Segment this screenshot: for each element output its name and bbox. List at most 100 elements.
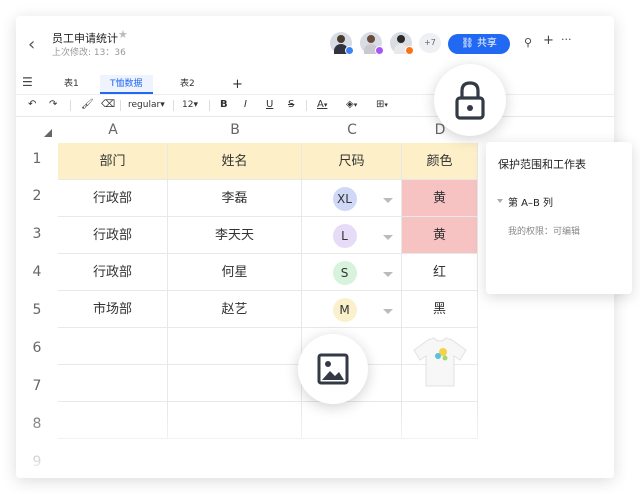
table-cell[interactable]: 黑 <box>402 291 478 328</box>
font-size: 12 <box>182 100 194 110</box>
undo-icon[interactable]: ↶ <box>28 98 36 112</box>
empty-cell[interactable] <box>168 365 302 402</box>
caret-down-icon[interactable] <box>497 199 503 203</box>
format-painter-icon[interactable]: 🖌 <box>81 98 94 112</box>
size-cell[interactable]: L <box>302 217 402 254</box>
size-cell[interactable]: M <box>302 291 402 328</box>
collaborator-count[interactable]: +7 <box>419 33 441 53</box>
tab-label: T恤数据 <box>110 79 143 89</box>
table-cell[interactable]: 黄 <box>402 180 478 217</box>
size-chip: S <box>332 260 357 285</box>
toolbar-divider <box>70 100 71 111</box>
column-header-a[interactable]: A <box>58 119 168 141</box>
select-all-corner[interactable] <box>44 129 52 137</box>
header-cell-color[interactable]: 颜色 <box>402 143 478 180</box>
row-header[interactable]: 1 <box>16 140 58 178</box>
add-tab-button[interactable]: + <box>222 75 253 94</box>
toolbar-divider <box>120 100 121 111</box>
share-label: 共享 <box>476 38 497 49</box>
table-cell[interactable]: 行政部 <box>58 254 168 291</box>
tab-tshirt-data[interactable]: T恤数据 <box>100 75 153 94</box>
chevron-down-icon[interactable] <box>383 235 393 240</box>
row-header[interactable]: 6 <box>16 329 58 367</box>
row-header[interactable]: 7 <box>16 367 58 405</box>
avatar[interactable] <box>360 32 384 55</box>
tabs-divider <box>16 94 614 95</box>
strikethrough-button[interactable]: S <box>288 98 294 112</box>
permission-text: 我的权限：可编辑 <box>508 227 581 237</box>
chevron-left-icon[interactable]: ‹ <box>28 34 35 55</box>
row-header[interactable]: 8 <box>16 405 58 443</box>
table-cell[interactable]: 何星 <box>168 254 302 291</box>
doc-title: 员工申请统计 <box>52 32 118 45</box>
tab-label: 表1 <box>64 79 79 89</box>
more-icon[interactable]: ··· <box>561 33 572 46</box>
search-icon[interactable]: ⚲ <box>524 36 532 49</box>
size-cell[interactable]: S <box>302 254 402 291</box>
tab-sheet1[interactable]: 表1 <box>54 75 89 94</box>
column-header-c[interactable]: C <box>302 119 402 141</box>
chevron-down-icon[interactable] <box>383 309 393 314</box>
avatar[interactable] <box>330 32 354 55</box>
empty-cell[interactable] <box>402 402 478 439</box>
table-cell[interactable]: 李天天 <box>168 217 302 254</box>
chevron-down-icon[interactable] <box>383 198 393 203</box>
add-icon[interactable]: + <box>543 33 554 48</box>
size-chip: XL <box>332 186 357 211</box>
bold-button[interactable]: B <box>220 98 228 112</box>
empty-cell[interactable] <box>58 402 168 439</box>
tab-sheet2[interactable]: 表2 <box>170 75 205 94</box>
toolbar-divider <box>306 100 307 111</box>
empty-cell[interactable] <box>168 328 302 365</box>
italic-button[interactable]: I <box>244 98 247 112</box>
toolbar-divider <box>173 100 174 111</box>
header-cell-name[interactable]: 姓名 <box>168 143 302 180</box>
table-cell[interactable]: 黄 <box>402 217 478 254</box>
font-size-select[interactable]: 12▾ <box>182 98 198 112</box>
row-header[interactable]: 2 <box>16 177 58 215</box>
fill-color-icon[interactable]: ◈▾ <box>346 98 357 112</box>
empty-cell[interactable] <box>58 328 168 365</box>
share-button[interactable]: ⛓ 共享 <box>448 34 510 54</box>
row-header[interactable]: 5 <box>16 291 58 329</box>
underline-button[interactable]: U <box>266 98 273 112</box>
row-header[interactable]: 9 <box>16 443 58 478</box>
tab-label: 表2 <box>180 79 195 89</box>
row-header[interactable]: 3 <box>16 215 58 253</box>
text-color-label: A <box>317 99 324 110</box>
grid-top-border <box>16 116 614 117</box>
avatar[interactable] <box>390 32 414 55</box>
table-cell[interactable]: 市场部 <box>58 291 168 328</box>
star-icon[interactable]: ★ <box>118 28 128 41</box>
row-header[interactable]: 4 <box>16 253 58 291</box>
menu-icon[interactable]: ☰ <box>22 75 33 89</box>
header-cell-size[interactable]: 尺码 <box>302 143 402 180</box>
last-edited: 上次修改: 13：36 <box>52 48 126 58</box>
table-cell[interactable]: 行政部 <box>58 180 168 217</box>
redo-icon[interactable]: ↷ <box>49 98 57 112</box>
empty-cell[interactable] <box>168 402 302 439</box>
protected-range[interactable]: 第 A–B 列 <box>508 194 553 209</box>
empty-cell[interactable] <box>302 402 402 439</box>
font-name: regular <box>128 100 161 110</box>
font-select[interactable]: regular▾ <box>128 98 165 112</box>
text-color-button[interactable]: A▾ <box>317 98 327 112</box>
eraser-icon[interactable]: ⌫ <box>101 98 115 112</box>
link-icon: ⛓ <box>461 38 477 49</box>
table-cell[interactable]: 行政部 <box>58 217 168 254</box>
size-cell[interactable]: XL <box>302 180 402 217</box>
image-icon <box>317 353 349 385</box>
table-cell[interactable]: 赵艺 <box>168 291 302 328</box>
tshirt-image[interactable] <box>410 336 470 390</box>
chevron-down-icon[interactable] <box>383 272 393 277</box>
doc-header: ‹ 员工申请统计 ★ 上次修改: 13：36 +7 ⛓ 共享 ⚲ + ··· <box>16 16 614 72</box>
protection-panel: 保护范围和工作表 第 A–B 列 我的权限：可编辑 <box>486 142 632 294</box>
add-tab-label: + <box>232 77 243 92</box>
empty-cell[interactable] <box>58 365 168 402</box>
column-header-b[interactable]: B <box>168 119 302 141</box>
table-cell[interactable]: 李磊 <box>168 180 302 217</box>
table-cell[interactable]: 红 <box>402 254 478 291</box>
border-icon[interactable]: ⊞▾ <box>376 98 388 112</box>
lock-badge <box>434 64 506 136</box>
header-cell-dept[interactable]: 部门 <box>58 143 168 180</box>
